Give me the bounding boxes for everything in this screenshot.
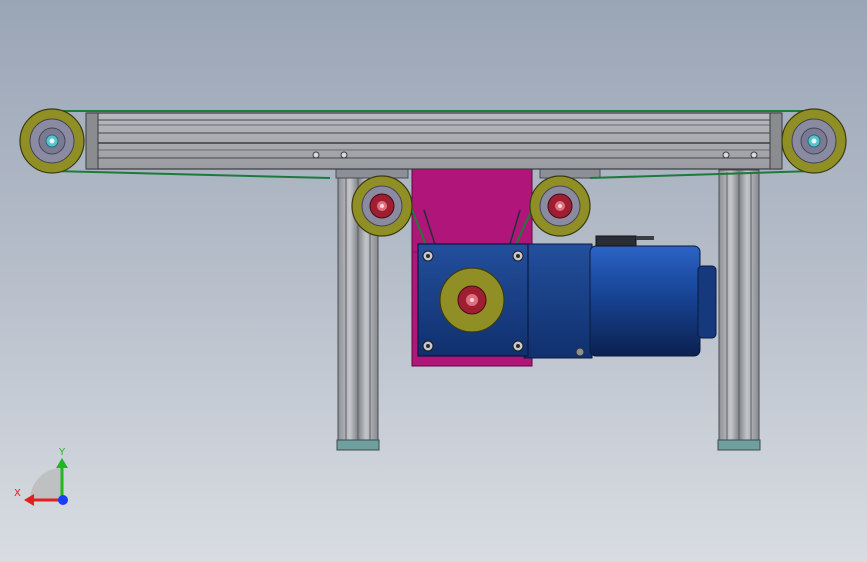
conveyor-frame-profile[interactable]: [85, 112, 783, 170]
right-support-leg[interactable]: [717, 169, 761, 451]
drive-sprocket[interactable]: [439, 267, 505, 333]
x-axis-label: X: [14, 488, 21, 499]
tail-pulley[interactable]: [781, 108, 847, 174]
cad-viewport[interactable]: Y X: [0, 0, 867, 562]
y-axis-arrow-icon: [56, 458, 68, 468]
z-axis-origin-icon: [58, 495, 68, 505]
head-pulley[interactable]: [19, 108, 85, 174]
right-idler-roller[interactable]: [529, 175, 591, 237]
left-idler-roller[interactable]: [351, 175, 413, 237]
electric-motor[interactable]: [520, 235, 717, 359]
x-axis-arrow-icon: [24, 494, 34, 506]
axis-triad: Y X: [14, 447, 68, 506]
axis-plane-wedge: [30, 468, 62, 500]
y-axis-label: Y: [58, 447, 66, 458]
